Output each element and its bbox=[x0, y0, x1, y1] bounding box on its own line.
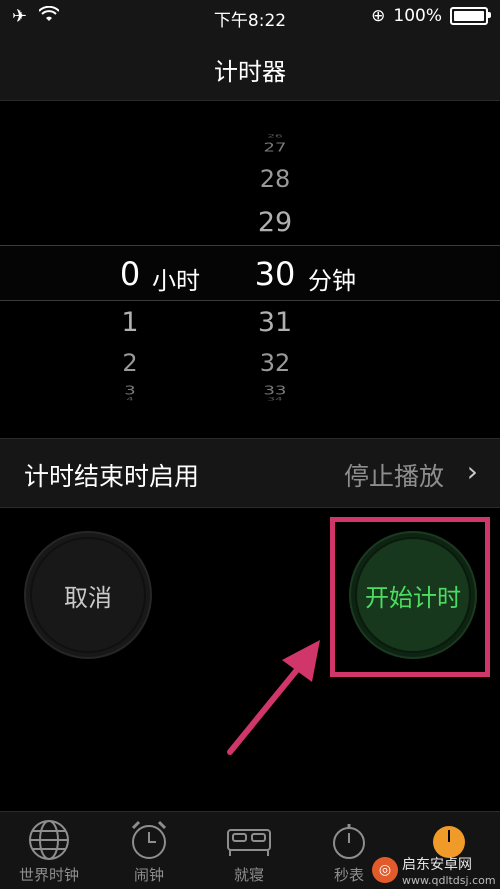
nav-bar: 计时器 bbox=[0, 34, 500, 101]
setting-value: 停止播放 bbox=[343, 462, 444, 491]
orientation-lock-icon: ⊕ bbox=[371, 6, 386, 26]
picker-hour-item[interactable]: 2 bbox=[95, 349, 165, 377]
watermark-logo-icon: ◎ bbox=[372, 857, 398, 883]
status-right: ⊕ 100% bbox=[371, 6, 491, 26]
tab-label: 闹钟 bbox=[133, 866, 164, 884]
tab-alarm[interactable]: 闹钟 bbox=[104, 818, 194, 885]
tab-label: 世界时钟 bbox=[18, 866, 79, 884]
picker-minute-selected[interactable]: 30 bbox=[240, 255, 310, 293]
picker-hour-unit: 小时 bbox=[152, 267, 200, 295]
picker-hour-item[interactable]: 1 bbox=[95, 307, 165, 338]
battery-percent: 100% bbox=[393, 6, 442, 26]
watermark: ◎ 启东安卓网 www.qdltdsj.com bbox=[372, 852, 500, 888]
picker-minute-item[interactable]: 29 bbox=[240, 207, 310, 238]
timer-end-setting-row[interactable]: 计时结束时启用 停止播放 › bbox=[0, 438, 500, 508]
picker-minute-item[interactable]: 28 bbox=[240, 165, 310, 193]
tab-label: 就寝 bbox=[233, 866, 264, 884]
picker-minute-item[interactable]: 26 bbox=[240, 134, 310, 139]
tab-bedtime[interactable]: 就寝 bbox=[204, 818, 294, 885]
picker-hour-item[interactable]: 4 bbox=[95, 397, 165, 402]
cancel-button-label: 取消 bbox=[30, 537, 146, 653]
picker-minute-item[interactable]: 27 bbox=[240, 140, 310, 155]
timer-picker[interactable]: 26 27 28 29 0 小时 30 分钟 1 2 3 4 31 32 33 … bbox=[0, 101, 500, 436]
battery-icon bbox=[450, 7, 491, 25]
picker-minute-item[interactable]: 32 bbox=[240, 349, 310, 377]
stopwatch-icon bbox=[333, 824, 365, 859]
tab-world-clock[interactable]: 世界时钟 bbox=[4, 818, 94, 885]
cancel-button[interactable]: 取消 bbox=[24, 531, 152, 659]
picker-minute-item[interactable]: 31 bbox=[240, 307, 310, 338]
watermark-title: 启东安卓网 bbox=[402, 856, 472, 873]
globe-icon bbox=[29, 820, 69, 860]
setting-label: 计时结束时启用 bbox=[24, 462, 200, 491]
annotation-arrow bbox=[227, 640, 320, 755]
page-title: 计时器 bbox=[214, 58, 286, 86]
watermark-url: www.qdltdsj.com bbox=[402, 873, 496, 887]
picker-minute-item[interactable]: 34 bbox=[240, 397, 310, 402]
watermark-text: 启东安卓网 www.qdltdsj.com bbox=[402, 854, 496, 887]
bed-icon bbox=[227, 829, 271, 856]
highlight-box bbox=[330, 517, 490, 677]
chevron-right-icon: › bbox=[466, 455, 478, 488]
picker-minute-unit: 分钟 bbox=[308, 267, 356, 295]
alarm-clock-icon bbox=[131, 820, 167, 859]
status-bar: ✈ 下午8:22 ⊕ 100% bbox=[0, 0, 500, 34]
